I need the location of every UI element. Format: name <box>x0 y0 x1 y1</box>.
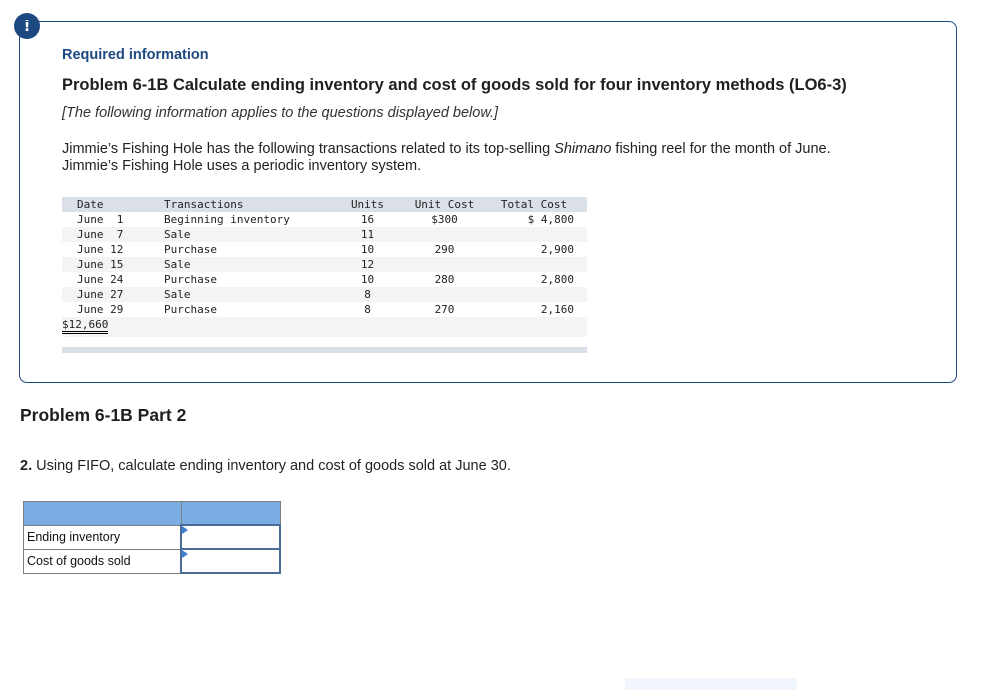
answer-row: Ending inventory <box>23 524 281 550</box>
table-row: June 1 Beginning inventory 16 $300 $ 4,8… <box>62 212 587 227</box>
cell-transaction: Purchase <box>164 303 217 316</box>
cell-transaction: Sale <box>164 228 191 241</box>
partially-visible-button[interactable] <box>625 678 797 690</box>
description-emphasis: Shimano <box>554 141 612 157</box>
cell-date: June 1 <box>77 213 124 226</box>
cell-date: June 15 <box>77 258 124 271</box>
input-marker-icon <box>182 526 188 534</box>
table-row: June 29 Purchase 8 270 2,160 <box>62 302 587 318</box>
part-title: Problem 6-1B Part 2 <box>20 405 187 425</box>
problem-title: Problem 6-1B Calculate ending inventory … <box>62 76 847 94</box>
problem-description: Jimmie’s Fishing Hole has the following … <box>62 141 922 175</box>
cell-transaction: Purchase <box>164 243 217 256</box>
cell-transaction: Sale <box>164 258 191 271</box>
table-footer-bar <box>62 347 587 353</box>
table-header-row: Date Transactions Units Unit Cost Total … <box>62 197 587 212</box>
cell-unit-cost: 270 <box>434 303 455 316</box>
total-cost-sum: $12,660 <box>62 318 109 334</box>
cell-total-cost: 2,160 <box>494 302 574 318</box>
header-total-cost: Total Cost <box>500 198 568 211</box>
cell-units: 10 <box>360 243 375 256</box>
cell-transaction: Purchase <box>164 273 217 286</box>
cell-unit-cost: $300 <box>431 213 458 226</box>
cogs-cell <box>180 548 281 574</box>
table-row: June 7 Sale 11 <box>62 227 587 242</box>
header-unit-cost: Unit Cost <box>414 198 475 211</box>
header-date: Date <box>77 198 104 211</box>
cell-date: June 27 <box>77 288 124 301</box>
cell-total-cost: 2,800 <box>540 273 574 286</box>
cell-date: June 12 <box>77 243 124 256</box>
cell-units: 8 <box>364 303 371 316</box>
table-total-row: $12,660 <box>62 317 587 337</box>
description-text: fishing reel for the month of June. <box>611 141 831 157</box>
header-units: Units <box>350 198 385 211</box>
ending-inventory-input[interactable] <box>182 526 279 548</box>
cell-units: 11 <box>360 228 375 241</box>
cell-transaction: Sale <box>164 288 191 301</box>
answer-row: Cost of goods sold <box>23 548 281 574</box>
answer-label: Cost of goods sold <box>23 548 182 574</box>
answer-header-value-cell <box>180 501 281 526</box>
cell-units: 10 <box>360 273 375 286</box>
table-row: June 24 Purchase 10 280 2,800 <box>62 272 587 287</box>
answer-label: Ending inventory <box>23 524 182 550</box>
cost-of-goods-sold-input[interactable] <box>182 550 279 572</box>
description-text: Jimmie’s Fishing Hole uses a periodic in… <box>62 158 422 174</box>
cell-date: June 24 <box>77 273 124 286</box>
cell-units: 8 <box>364 288 371 301</box>
cell-units: 12 <box>360 258 375 271</box>
info-note: [The following information applies to th… <box>62 105 499 121</box>
cell-unit-cost: 280 <box>434 273 455 286</box>
cell-unit-cost: 290 <box>434 243 455 256</box>
answer-header-label-cell <box>23 501 182 526</box>
cell-date: June 7 <box>77 228 124 241</box>
table-row: June 15 Sale 12 <box>62 257 587 272</box>
cell-total-cost: $ 4,800 <box>527 213 574 226</box>
answer-table-header <box>23 501 281 526</box>
table-row: June 27 Sale 8 <box>62 287 587 302</box>
answer-table: Ending inventory Cost of goods sold <box>23 501 281 574</box>
cell-date: June 29 <box>77 303 124 316</box>
cell-transaction: Beginning inventory <box>164 213 290 226</box>
table-row: June 12 Purchase 10 290 2,900 <box>62 242 587 257</box>
input-marker-icon <box>182 550 188 558</box>
cell-units: 16 <box>360 213 375 226</box>
header-transactions: Transactions <box>164 198 244 211</box>
required-info-heading: Required information <box>62 47 209 63</box>
question-text: 2. Using FIFO, calculate ending inventor… <box>20 458 511 474</box>
cell-total-cost: 2,900 <box>540 243 574 256</box>
question-number: 2. <box>20 458 33 474</box>
transactions-table: Date Transactions Units Unit Cost Total … <box>62 197 587 353</box>
description-text: Jimmie’s Fishing Hole has the following … <box>62 141 555 157</box>
question-body: Using FIFO, calculate ending inventory a… <box>32 458 511 474</box>
ending-inventory-cell <box>180 524 281 550</box>
